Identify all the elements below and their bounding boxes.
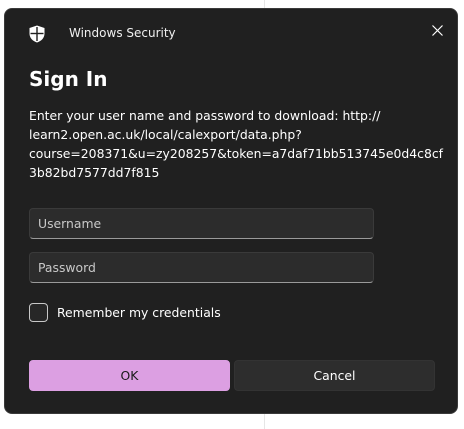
close-icon [431,21,443,40]
close-button[interactable] [419,15,455,45]
password-input[interactable] [29,252,374,283]
remember-credentials-checkbox[interactable] [29,302,48,322]
message-line: Enter your user name and password to dow… [29,108,381,123]
username-input[interactable] [29,208,374,239]
ok-button[interactable]: OK [29,360,230,391]
sign-in-dialog: Windows Security Sign In Enter your user… [4,8,458,414]
message-line: learn2.open.ac.uk/local/calexport/data.p… [29,127,302,142]
dialog-heading: Sign In [29,67,108,91]
cancel-button[interactable]: Cancel [234,360,435,391]
message-line: course=208371&u=zy208257&token=a7daf71bb… [29,146,444,161]
message-line: 3b82bd7577dd7f815 [29,165,160,180]
app-title: Windows Security [69,26,176,40]
shield-icon [29,25,45,43]
dialog-message: Enter your user name and password to dow… [29,106,444,182]
remember-credentials-row[interactable]: Remember my credentials [29,301,221,323]
remember-credentials-label[interactable]: Remember my credentials [57,305,221,320]
